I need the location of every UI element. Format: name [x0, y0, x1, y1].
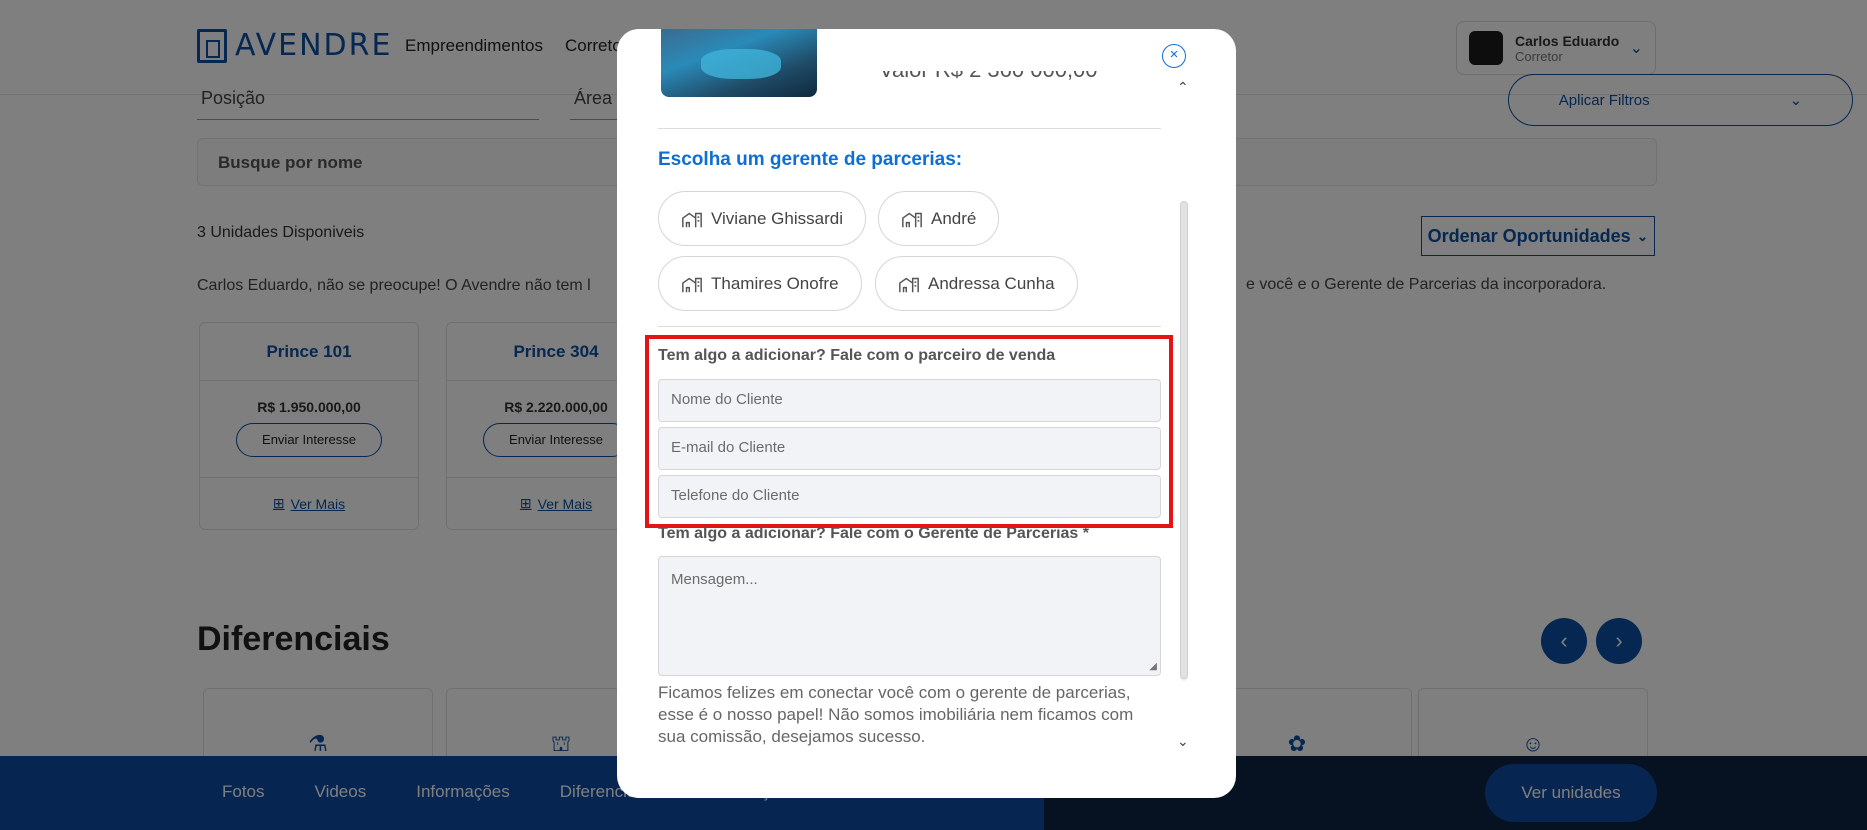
building-icon	[682, 277, 702, 292]
close-button[interactable]: ×	[1162, 44, 1186, 68]
partnership-modal: × Valor R$ 2 360 000,00 ⌃ Escolha um ger…	[617, 29, 1236, 798]
manager-name: Andressa Cunha	[928, 273, 1055, 293]
manager-name: Viviane Ghissardi	[711, 208, 843, 228]
divider	[658, 326, 1161, 327]
client-name-placeholder: Nome do Cliente	[671, 391, 783, 408]
scroll-up-icon[interactable]: ⌃	[1177, 79, 1189, 96]
manager-chip[interactable]: Andressa Cunha	[875, 256, 1078, 311]
manager-chip[interactable]: André	[878, 191, 1000, 246]
client-phone-input[interactable]: Telefone do Cliente	[658, 475, 1161, 518]
client-phone-placeholder: Telefone do Cliente	[671, 487, 800, 504]
resize-handle-icon[interactable]: ◢	[1149, 661, 1157, 672]
manager-name: André	[931, 208, 977, 228]
manager-section-label: Tem algo a adicionar? Fale com o Gerente…	[658, 525, 1089, 542]
client-email-placeholder: E-mail do Cliente	[671, 439, 786, 456]
message-textarea[interactable]: Mensagem... ◢	[658, 556, 1161, 676]
property-image	[661, 29, 817, 97]
choose-manager-title: Escolha um gerente de parcerias:	[658, 149, 963, 170]
property-value: Valor R$ 2 360 000,00	[879, 57, 1098, 82]
close-icon: ×	[1169, 46, 1179, 63]
seller-section-label: Tem algo a adicionar? Fale com o parceir…	[658, 347, 1056, 364]
manager-chip[interactable]: Viviane Ghissardi	[658, 191, 866, 246]
manager-name: Thamires Onofre	[711, 273, 839, 293]
building-icon	[902, 212, 922, 227]
footnote-text: Ficamos felizes em conectar você com o g…	[658, 683, 1134, 746]
manager-chip[interactable]: Thamires Onofre	[658, 256, 862, 311]
building-icon	[899, 277, 919, 292]
scrollbar-thumb[interactable]	[1180, 201, 1188, 679]
client-email-input[interactable]: E-mail do Cliente	[658, 427, 1161, 470]
client-name-input[interactable]: Nome do Cliente	[658, 379, 1161, 422]
message-placeholder: Mensagem...	[671, 571, 758, 588]
scroll-down-icon[interactable]: ⌄	[1177, 733, 1189, 750]
divider	[658, 128, 1161, 129]
building-icon	[682, 212, 702, 227]
